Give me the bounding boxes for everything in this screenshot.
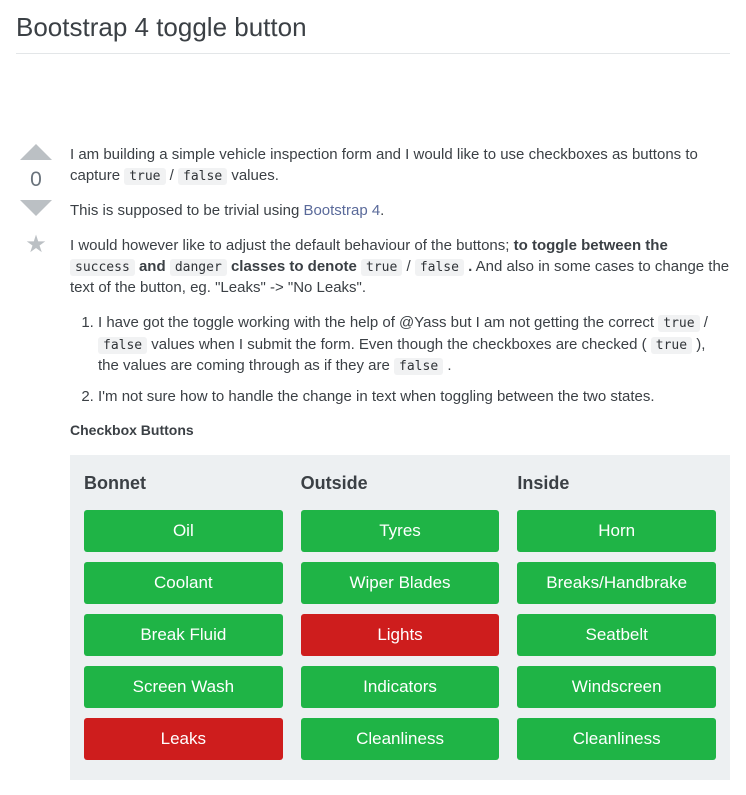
toggle-breaks-handbrake[interactable]: Breaks/Handbrake (517, 562, 716, 604)
code: true (361, 259, 402, 276)
code: true (124, 168, 165, 185)
toggle-lights[interactable]: Lights (301, 614, 500, 656)
text: and (135, 258, 170, 275)
button-columns: Bonnet Oil Coolant Break Fluid Screen Wa… (84, 471, 716, 770)
toggle-windscreen[interactable]: Windscreen (517, 666, 716, 708)
column-head: Inside (517, 471, 716, 496)
toggle-leaks[interactable]: Leaks (84, 718, 283, 760)
upvote-button[interactable] (20, 144, 52, 160)
toggle-tyres[interactable]: Tyres (301, 510, 500, 552)
text: values when I submit the form. Even thou… (147, 336, 651, 353)
code: true (658, 315, 699, 332)
toggle-screen-wash[interactable]: Screen Wash (84, 666, 283, 708)
downvote-button[interactable] (20, 200, 52, 216)
toggle-cleanliness-inside[interactable]: Cleanliness (517, 718, 716, 760)
toggle-cleanliness-outside[interactable]: Cleanliness (301, 718, 500, 760)
code: success (70, 259, 135, 276)
vote-column: 0 ★ (16, 144, 56, 780)
code: false (178, 168, 227, 185)
toggle-seatbelt[interactable]: Seatbelt (517, 614, 716, 656)
paragraph: I am building a simple vehicle inspectio… (70, 144, 730, 186)
page-title: Bootstrap 4 toggle button (16, 12, 730, 54)
text: classes to denote (227, 258, 361, 275)
toggle-wiper-blades[interactable]: Wiper Blades (301, 562, 500, 604)
favorite-button[interactable]: ★ (25, 230, 47, 259)
toggle-horn[interactable]: Horn (517, 510, 716, 552)
column-bonnet: Bonnet Oil Coolant Break Fluid Screen Wa… (84, 471, 283, 770)
paragraph: This is supposed to be trivial using Boo… (70, 200, 730, 221)
text: / (402, 258, 415, 275)
toggle-break-fluid[interactable]: Break Fluid (84, 614, 283, 656)
vote-score: 0 (30, 168, 42, 192)
text: values. (227, 167, 279, 184)
section-label: Checkbox Buttons (70, 421, 730, 441)
text: to toggle between the (514, 237, 668, 254)
question-post: 0 ★ I am building a simple vehicle inspe… (16, 144, 730, 780)
toggle-indicators[interactable]: Indicators (301, 666, 500, 708)
text: I have got the toggle working with the h… (98, 314, 658, 331)
text: This is supposed to be trivial using (70, 202, 303, 219)
list-item: I have got the toggle working with the h… (98, 312, 730, 376)
text: / (166, 167, 179, 184)
code: false (415, 259, 464, 276)
bootstrap-link[interactable]: Bootstrap 4 (303, 202, 380, 219)
paragraph: I would however like to adjust the defau… (70, 235, 730, 298)
toggle-coolant[interactable]: Coolant (84, 562, 283, 604)
code: true (651, 337, 692, 354)
text: I would however like to adjust the defau… (70, 237, 514, 254)
column-head: Bonnet (84, 471, 283, 496)
code: danger (170, 259, 227, 276)
checkbox-buttons-panel: Bonnet Oil Coolant Break Fluid Screen Wa… (70, 455, 730, 780)
text: . (443, 357, 451, 374)
code: false (98, 337, 147, 354)
text: . (380, 202, 384, 219)
question-body: I am building a simple vehicle inspectio… (70, 144, 730, 780)
list-item: I'm not sure how to handle the change in… (98, 386, 730, 407)
text: / (700, 314, 708, 331)
code: false (394, 358, 443, 375)
column-outside: Outside Tyres Wiper Blades Lights Indica… (301, 471, 500, 770)
toggle-oil[interactable]: Oil (84, 510, 283, 552)
issue-list: I have got the toggle working with the h… (98, 312, 730, 407)
column-inside: Inside Horn Breaks/Handbrake Seatbelt Wi… (517, 471, 716, 770)
column-head: Outside (301, 471, 500, 496)
